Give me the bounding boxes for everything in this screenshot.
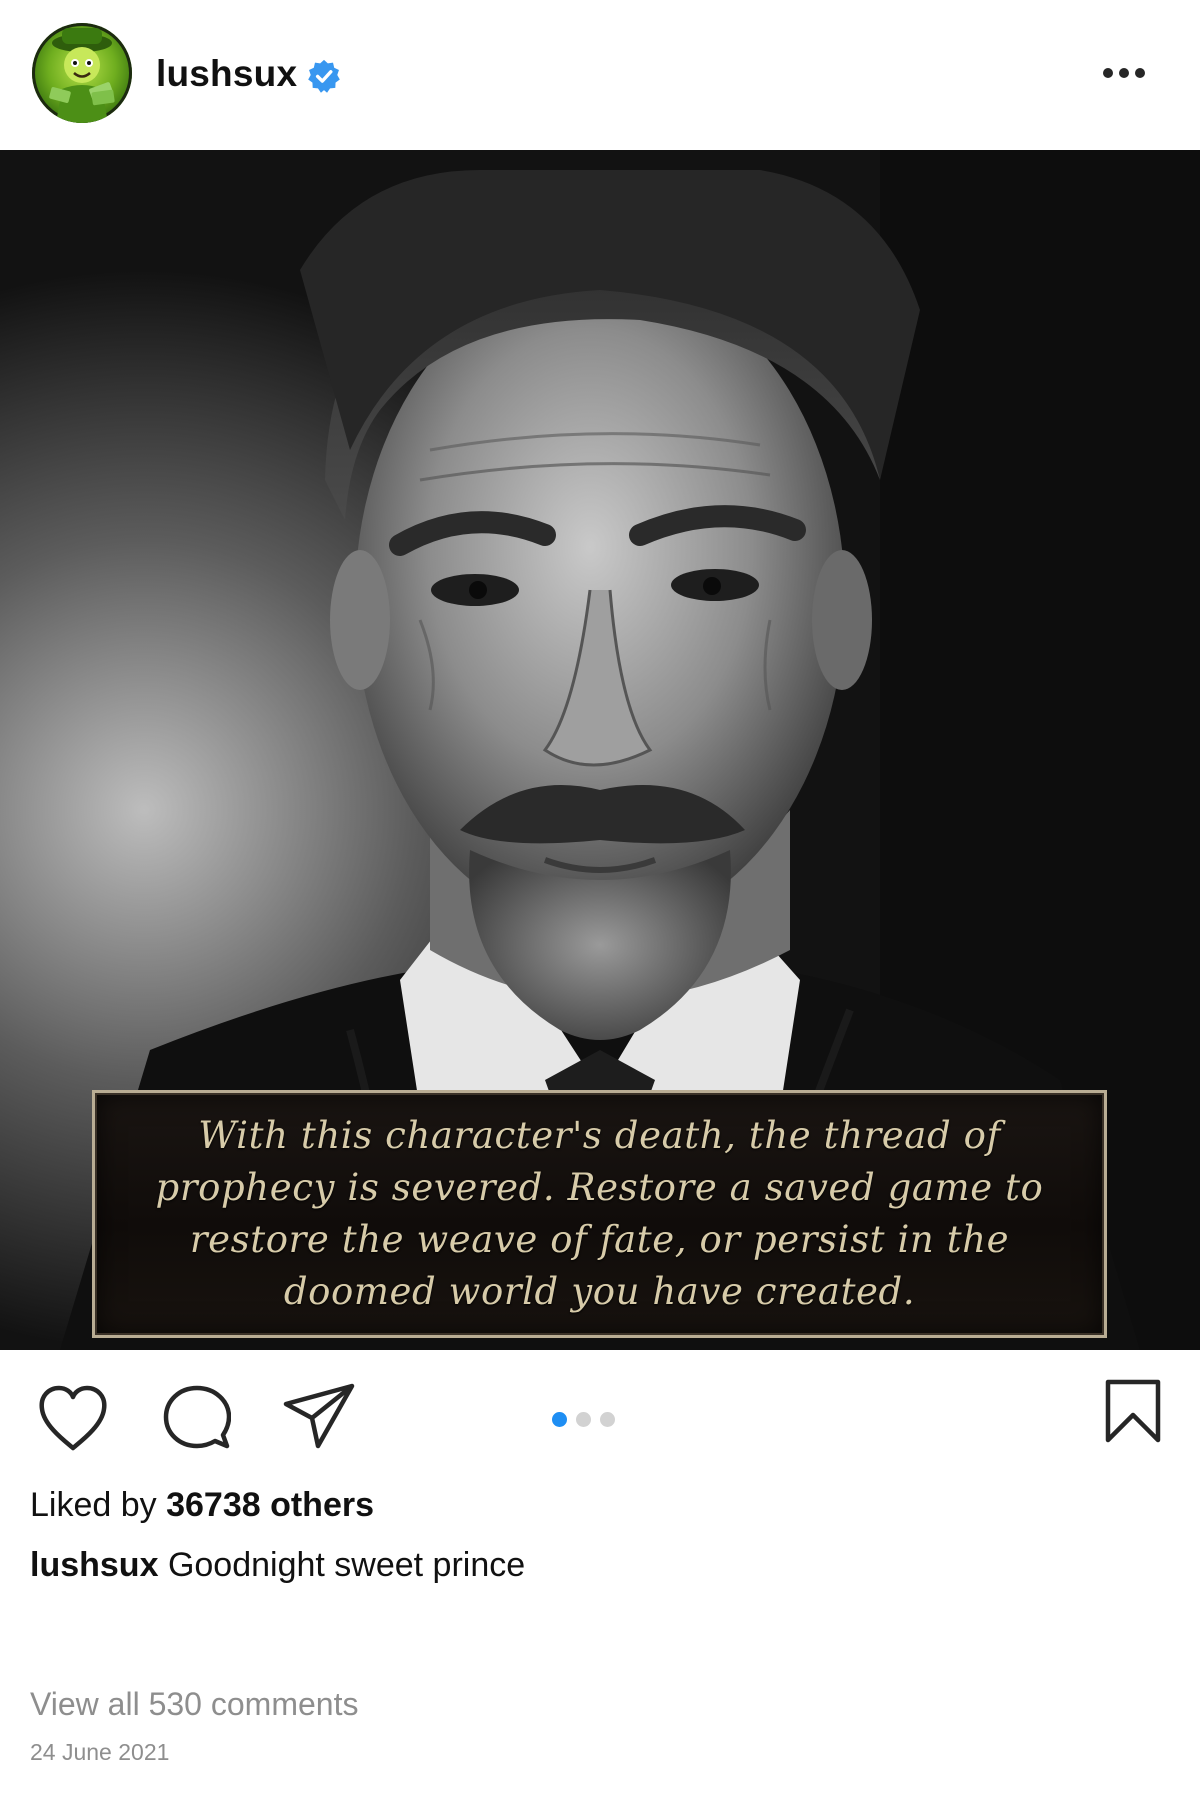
caption-username[interactable]: lushsux	[30, 1546, 158, 1584]
avatar[interactable]	[32, 23, 132, 123]
post-header: lushsux	[0, 0, 1200, 150]
post-actions	[0, 1350, 1200, 1475]
overlay-caption-plate: With this character's death, the thread …	[92, 1090, 1107, 1338]
overlay-caption-text: With this character's death, the thread …	[155, 1114, 1044, 1313]
likes-summary: Liked by 36738 others	[30, 1483, 374, 1527]
likes-count-link[interactable]: 36738 others	[166, 1486, 374, 1524]
more-horizontal-icon[interactable]	[1098, 58, 1150, 88]
carousel-dot-active	[552, 1411, 567, 1427]
avatar-image	[49, 28, 115, 123]
comment-icon[interactable]	[163, 1383, 231, 1455]
verified-badge-icon	[308, 59, 340, 93]
carousel-dot	[576, 1411, 591, 1427]
caption-text: Goodnight sweet prince	[167, 1546, 526, 1584]
carousel-indicator	[552, 1411, 615, 1427]
post-date: 24 June 2021	[30, 1739, 170, 1765]
post-caption: lushsux Goodnight sweet prince	[30, 1543, 525, 1587]
bookmark-icon[interactable]	[1103, 1378, 1163, 1444]
heart-icon[interactable]	[36, 1382, 110, 1456]
carousel-dot	[600, 1411, 615, 1427]
post-username[interactable]: lushsux	[156, 52, 297, 96]
likes-prefix: Liked by	[30, 1486, 157, 1524]
paper-plane-icon[interactable]	[282, 1380, 356, 1454]
post-image[interactable]: With this character's death, the thread …	[0, 150, 1200, 1350]
view-comments-link[interactable]: View all 530 comments	[30, 1683, 358, 1725]
